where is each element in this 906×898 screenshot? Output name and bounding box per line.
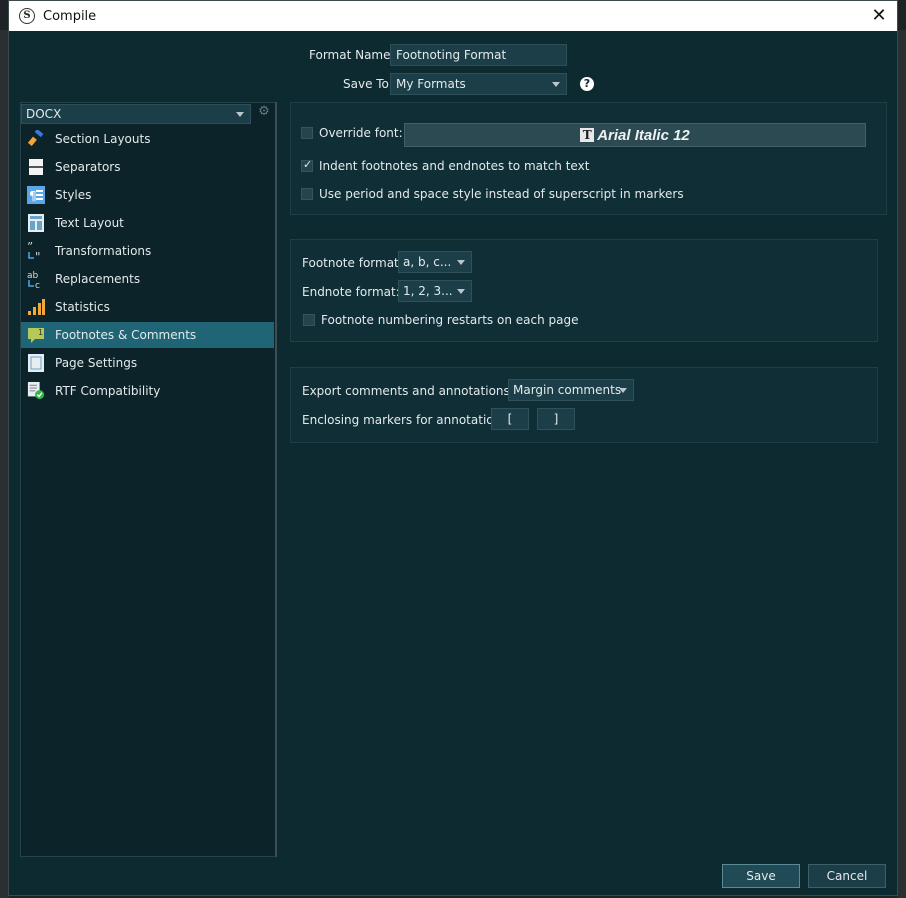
- layout-icon: [27, 213, 45, 233]
- app-logo-icon: S: [19, 8, 35, 24]
- chevron-down-icon: [457, 260, 465, 265]
- font-picker-button[interactable]: T Arial Italic 12: [404, 123, 866, 147]
- background-app-right: [897, 30, 906, 898]
- sidebar-item-label: RTF Compatibility: [55, 384, 161, 398]
- endnote-format-select[interactable]: 1, 2, 3...: [398, 280, 472, 302]
- open-marker-input[interactable]: [: [491, 408, 529, 430]
- chevron-down-icon: [236, 112, 244, 117]
- bar-chart-icon: [27, 297, 45, 317]
- paragraph-icon: ¶: [27, 185, 45, 205]
- override-font-checkbox[interactable]: [301, 127, 313, 139]
- compile-dialog: S Compile ✕ Format Name: Footnoting Form…: [8, 0, 898, 896]
- restart-numbering-label: Footnote numbering restarts on each page: [321, 313, 579, 327]
- chevron-down-icon: [619, 388, 627, 393]
- sidebar-item-styles[interactable]: ¶ Styles: [21, 182, 274, 208]
- gear-icon[interactable]: ⚙: [257, 105, 271, 119]
- sidebar-item-rtf-compatibility[interactable]: RTF Compatibility: [21, 378, 274, 404]
- sidebar-item-statistics[interactable]: Statistics: [21, 294, 274, 320]
- sidebar-item-page-settings[interactable]: Page Settings: [21, 350, 274, 376]
- enclosing-markers-label: Enclosing markers for annotations:: [302, 413, 512, 427]
- sidebar-item-text-layout[interactable]: Text Layout: [21, 210, 274, 236]
- endnote-format-label: Endnote format:: [302, 285, 400, 299]
- footnote-format-select[interactable]: a, b, c...: [398, 251, 472, 273]
- format-name-input[interactable]: Footnoting Format: [390, 44, 567, 66]
- svg-text:": ": [35, 250, 41, 261]
- font-picker-label: Arial Italic 12: [597, 126, 690, 144]
- output-format-select[interactable]: DOCX: [21, 104, 251, 124]
- sidebar-item-label: Footnotes & Comments: [55, 328, 197, 342]
- sidebar-item-label: Transformations: [55, 244, 152, 258]
- sidebar-item-separators[interactable]: Separators: [21, 154, 274, 180]
- sidebar-item-transformations[interactable]: ” " Transformations: [21, 238, 274, 264]
- override-font-label: Override font:: [319, 126, 403, 140]
- sidebar-item-label: Page Settings: [55, 356, 138, 370]
- sidebar-item-label: Replacements: [55, 272, 141, 286]
- save-button[interactable]: Save: [722, 864, 800, 888]
- sidebar-item-label: Text Layout: [55, 216, 124, 230]
- export-comments-select[interactable]: Margin comments: [508, 379, 634, 401]
- chevron-down-icon: [457, 289, 465, 294]
- svg-text:¶: ¶: [29, 189, 37, 203]
- sidebar-item-label: Styles: [55, 188, 92, 202]
- output-format-value: DOCX: [26, 107, 62, 121]
- svg-text:1: 1: [38, 328, 43, 337]
- indent-footnotes-label: Indent footnotes and endnotes to match t…: [319, 159, 590, 173]
- format-name-label: Format Name:: [309, 48, 395, 62]
- sidebar-item-footnotes-comments[interactable]: 1 Footnotes & Comments: [21, 322, 274, 348]
- indent-footnotes-checkbox[interactable]: [301, 158, 313, 172]
- chevron-down-icon: [552, 82, 560, 87]
- save-to-label: Save To:: [343, 77, 393, 91]
- comment-icon: 1: [27, 325, 45, 345]
- quote-transform-icon: ” ": [27, 241, 45, 261]
- font-icon: T: [580, 128, 595, 142]
- period-style-checkbox[interactable]: [301, 188, 313, 200]
- close-button[interactable]: ✕: [867, 4, 891, 28]
- footnote-format-label: Footnote format:: [302, 256, 403, 270]
- sidebar-item-label: Section Layouts: [55, 132, 151, 146]
- sidebar-item-section-layouts[interactable]: Section Layouts: [21, 126, 274, 152]
- sidebar-item-label: Statistics: [55, 300, 110, 314]
- title-bar: S Compile ✕: [9, 1, 897, 31]
- restart-numbering-checkbox[interactable]: [303, 314, 315, 326]
- rtf-check-icon: [27, 381, 45, 401]
- help-icon[interactable]: ?: [580, 77, 594, 91]
- svg-text:ab: ab: [27, 271, 39, 281]
- period-style-label: Use period and space style instead of su…: [319, 187, 684, 201]
- footnote-format-value: a, b, c...: [403, 255, 452, 269]
- window-title: Compile: [43, 8, 97, 24]
- svg-text:c: c: [35, 281, 40, 289]
- svg-text:”: ”: [27, 241, 33, 254]
- endnote-format-value: 1, 2, 3...: [403, 284, 453, 298]
- brush-icon: [27, 129, 45, 149]
- page-icon: [27, 353, 45, 373]
- separator-icon: [27, 157, 45, 177]
- save-to-select[interactable]: My Formats: [390, 73, 567, 95]
- sidebar-item-label: Separators: [55, 160, 121, 174]
- sidebar-item-replacements[interactable]: ab c Replacements: [21, 266, 274, 292]
- save-to-value: My Formats: [396, 77, 466, 91]
- close-marker-input[interactable]: ]: [537, 408, 575, 430]
- cancel-button[interactable]: Cancel: [808, 864, 886, 888]
- export-comments-value: Margin comments: [513, 383, 622, 397]
- export-comments-label: Export comments and annotations as:: [302, 384, 532, 398]
- panel-divider[interactable]: [275, 102, 277, 857]
- replace-icon: ab c: [27, 269, 45, 289]
